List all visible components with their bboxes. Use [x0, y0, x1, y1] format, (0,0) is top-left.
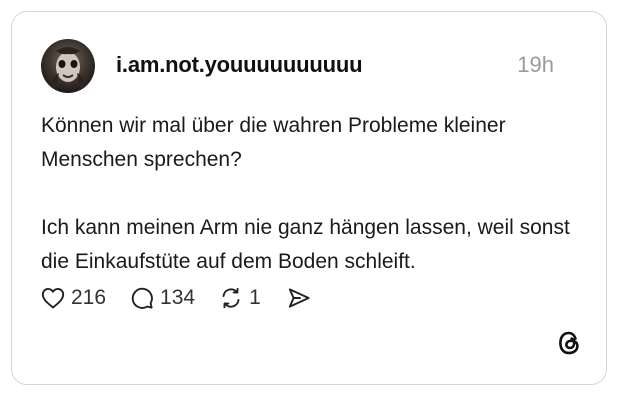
- comment-bubble-icon: [130, 286, 154, 310]
- repost-button[interactable]: 1: [219, 286, 261, 310]
- reply-button[interactable]: 134: [130, 286, 195, 310]
- post-timestamp: 19h: [517, 52, 554, 77]
- username[interactable]: i.am.not.youuuuuuuuuu: [116, 52, 363, 78]
- like-button[interactable]: 216: [41, 286, 106, 310]
- send-icon: [287, 287, 311, 309]
- avatar[interactable]: [41, 39, 95, 93]
- like-count: 216: [71, 286, 107, 309]
- reply-count: 134: [160, 286, 196, 309]
- threads-logo-icon: [556, 330, 582, 361]
- share-button[interactable]: [287, 287, 311, 309]
- post-paragraph: Ich kann meinen Arm nie ganz hängen lass…: [41, 216, 570, 273]
- post-text: Können wir mal über die wahren Probleme …: [41, 109, 581, 279]
- post-actions: 216 134 1: [41, 286, 311, 310]
- post-card: i.am.not.youuuuuuuuuu 19h Können wir mal…: [11, 11, 607, 385]
- repost-arrows-icon: [219, 286, 243, 310]
- heart-icon: [41, 287, 65, 309]
- post-paragraph: Können wir mal über die wahren Probleme …: [41, 114, 506, 171]
- repost-count: 1: [249, 286, 261, 309]
